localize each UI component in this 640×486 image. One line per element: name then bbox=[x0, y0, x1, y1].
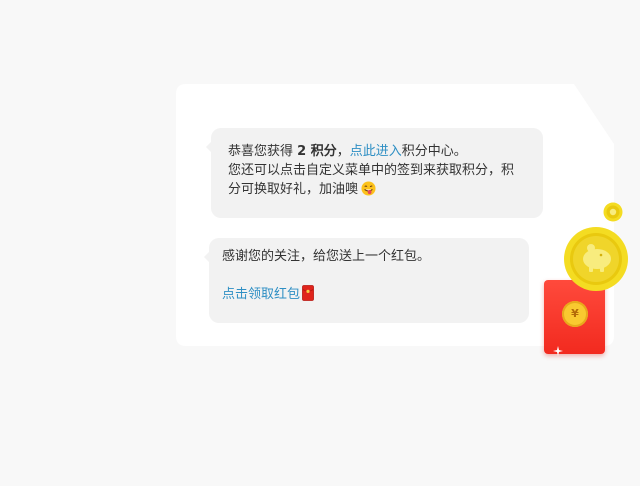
points-message-line-3: 分可换取好礼，加油噢 bbox=[228, 180, 527, 199]
piggy-bank-coin-icon bbox=[564, 227, 628, 291]
grinning-tongue-emoji-icon bbox=[361, 181, 376, 196]
message-spacer bbox=[222, 266, 517, 285]
sparkle-icon bbox=[553, 346, 563, 356]
claim-red-packet-link[interactable]: 点击领取红包 bbox=[222, 287, 300, 302]
congrats-text: 恭喜您获得 bbox=[228, 144, 298, 159]
thanks-text: 感谢您的关注，给您送上一个红包。 bbox=[222, 249, 431, 264]
points-amount: 2 积分 bbox=[297, 144, 337, 159]
comma-text: ， bbox=[336, 144, 350, 159]
small-coin-icon bbox=[603, 202, 623, 222]
red-packet-message-bubble: 感谢您的关注，给您送上一个红包。 点击领取红包 bbox=[204, 238, 529, 323]
points-center-text: 积分中心。 bbox=[401, 144, 467, 159]
red-envelope-icon bbox=[302, 285, 314, 301]
red-packet-link-line: 点击领取红包 bbox=[222, 285, 517, 304]
points-center-link[interactable]: 点此进入 bbox=[350, 144, 402, 159]
encouragement-text: 分可换取好礼，加油噢 bbox=[228, 182, 359, 197]
points-message-line-2: 您还可以点击自定义菜单中的签到来获取积分，积 bbox=[228, 163, 515, 178]
packet-coin-icon: ¥ bbox=[562, 301, 588, 327]
points-message-bubble: 恭喜您获得 2 积分，点此进入积分中心。 您还可以点击自定义菜单中的签到来获取积… bbox=[206, 128, 543, 218]
points-message-line-1: 恭喜您获得 2 积分，点此进入积分中心。 bbox=[228, 142, 527, 161]
